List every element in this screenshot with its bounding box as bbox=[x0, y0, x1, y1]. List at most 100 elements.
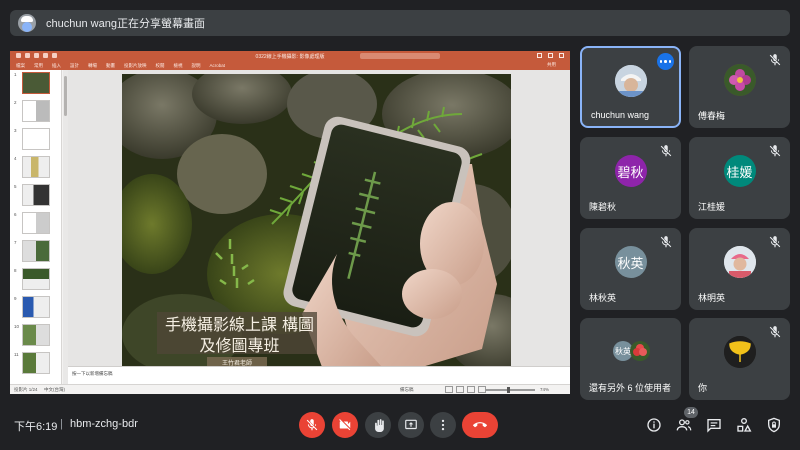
chat-icon bbox=[707, 419, 721, 433]
ribbon-tab: 說明 bbox=[191, 62, 201, 68]
leave-call-button[interactable] bbox=[462, 412, 498, 438]
slide-thumbnail: 3 bbox=[14, 128, 58, 153]
ribbon-tab: 設計 bbox=[70, 62, 79, 68]
mic-off-icon bbox=[768, 144, 782, 158]
slide-number: 2 bbox=[14, 100, 17, 105]
slide-thumbnail: 8 bbox=[14, 268, 58, 293]
participant-tile[interactable]: 傅春梅 bbox=[689, 46, 790, 128]
ribbon-tab: 投影片放映 bbox=[124, 62, 147, 68]
notes-placeholder: 按一下以新增備忘稿 bbox=[72, 371, 113, 376]
mic-off-icon bbox=[768, 325, 782, 339]
avatar: 桂媛 bbox=[723, 155, 756, 188]
slide-number: 9 bbox=[14, 296, 17, 301]
raise-hand-button[interactable] bbox=[365, 412, 391, 438]
participant-name: 林明英 bbox=[698, 293, 726, 303]
avatar-photo bbox=[614, 64, 647, 97]
slide-number: 10 bbox=[14, 324, 20, 329]
hand-icon bbox=[375, 419, 384, 432]
flower-icon bbox=[630, 341, 650, 361]
avatar bbox=[723, 64, 756, 97]
status-language: 中文(台灣) bbox=[44, 387, 65, 392]
ppt-body: 1 2 3 4 5 6 7 8 9 10 11 手機攝影線上課 構圖及修圖專班 … bbox=[10, 70, 570, 384]
slide-thumbnail: 11 bbox=[14, 352, 58, 377]
mic-off-icon bbox=[768, 53, 782, 67]
slide-thumbnail: 6 bbox=[14, 212, 58, 237]
meeting-code: hbm-zchg-bdr bbox=[70, 418, 138, 430]
chat-button[interactable] bbox=[705, 416, 723, 434]
avatar bbox=[723, 246, 756, 279]
present-screen-button[interactable] bbox=[398, 412, 424, 438]
people-icon bbox=[676, 419, 692, 431]
ppt-window-title: 0322線上手機攝影: 影像處理版 bbox=[255, 53, 325, 60]
participant-tile[interactable]: 碧秋 陳碧秋 bbox=[580, 137, 681, 219]
people-button[interactable] bbox=[675, 416, 693, 434]
current-slide: 手機攝影線上課 構圖及修圖專班 王竹君老師 bbox=[122, 74, 511, 367]
more-options-button[interactable] bbox=[430, 412, 456, 438]
hang-up-icon bbox=[473, 422, 487, 428]
flower-icon bbox=[723, 64, 756, 97]
ppt-status-bar: 投影片 1/24 中文(台灣) 備忘稿 74% bbox=[10, 384, 570, 394]
clock: 下午6:19 bbox=[14, 421, 58, 433]
ribbon-tab: 常用 bbox=[34, 62, 43, 68]
status-slide-count: 投影片 1/24 bbox=[14, 387, 38, 392]
slide-number: 4 bbox=[14, 156, 17, 161]
slide-thumbnail: 5 bbox=[14, 184, 58, 209]
activities-button[interactable] bbox=[735, 416, 753, 434]
slide-editor: 手機攝影線上課 構圖及修圖專班 王竹君老師 bbox=[68, 70, 570, 384]
ribbon-tab: 檔案 bbox=[16, 62, 25, 68]
slide-number: 11 bbox=[14, 352, 19, 357]
self-tile[interactable]: 你 bbox=[689, 318, 790, 400]
participant-name: 陳碧秋 bbox=[589, 202, 617, 212]
shapes-icon bbox=[737, 418, 752, 432]
ppt-title-bar: 0322線上手機攝影: 影像處理版 bbox=[10, 51, 570, 61]
ribbon-tab: 檢視 bbox=[173, 62, 183, 68]
participant-tile[interactable]: 林明英 bbox=[689, 228, 790, 310]
others-tile[interactable]: 秋英 還有另外 6 位使用者 bbox=[580, 318, 681, 400]
avatar bbox=[614, 64, 647, 97]
mic-off-icon bbox=[306, 419, 318, 431]
meeting-toolbar: 下午6:19 | hbm-zchg-bdr bbox=[0, 400, 800, 450]
shield-lock-icon bbox=[768, 417, 780, 433]
camera-toggle-button[interactable] bbox=[332, 412, 358, 438]
avatar: 碧秋 bbox=[614, 155, 647, 188]
participant-name: 林秋英 bbox=[589, 293, 617, 303]
participant-name: chuchun wang bbox=[591, 110, 650, 120]
slide-number: 5 bbox=[14, 184, 17, 189]
participant-tile[interactable]: chuchun wang bbox=[580, 46, 681, 128]
participant-name: 你 bbox=[698, 383, 708, 393]
participant-tile[interactable]: 桂媛 江桂媛 bbox=[689, 137, 790, 219]
mic-off-icon bbox=[659, 144, 673, 158]
status-notes: 備忘稿 bbox=[400, 387, 414, 392]
more-vert-icon bbox=[441, 419, 445, 431]
host-controls-button[interactable] bbox=[765, 416, 783, 434]
presenter-avatar bbox=[18, 14, 36, 32]
more-options-button[interactable] bbox=[657, 53, 674, 70]
presenter-text: chuchun wang正在分享螢幕畫面 bbox=[46, 18, 205, 30]
avatar: 秋英 bbox=[614, 246, 647, 279]
view-buttons bbox=[445, 386, 486, 393]
participant-name: 江桂媛 bbox=[698, 202, 726, 212]
slide-number: 3 bbox=[14, 128, 17, 133]
avatar bbox=[723, 336, 756, 369]
separator: | bbox=[60, 418, 63, 430]
presenter-bar: chuchun wang正在分享螢幕畫面 bbox=[10, 10, 790, 36]
slide-number: 6 bbox=[14, 212, 17, 217]
quick-access-toolbar bbox=[16, 53, 57, 58]
mic-toggle-button[interactable] bbox=[299, 412, 325, 438]
slide-number: 7 bbox=[14, 240, 17, 245]
slide-number: 8 bbox=[14, 268, 17, 273]
ppt-share-button: 共用 bbox=[547, 62, 556, 67]
slide-number: 1 bbox=[14, 72, 17, 77]
slide-thumbnail: 4 bbox=[14, 156, 58, 181]
slide-title: 手機攝影線上課 構圖及修圖專班 bbox=[164, 315, 315, 355]
ginkgo-leaf-icon bbox=[723, 336, 756, 369]
notes-pane: 按一下以新增備忘稿 bbox=[68, 366, 570, 384]
present-icon bbox=[405, 419, 417, 430]
ppt-window-controls bbox=[537, 53, 564, 58]
meeting-details-button[interactable] bbox=[645, 416, 663, 434]
slide-thumbnails: 1 2 3 4 5 6 7 8 9 10 11 bbox=[10, 70, 62, 384]
participant-name: 傅春梅 bbox=[698, 111, 726, 121]
ribbon-tab: Acrobat bbox=[209, 63, 226, 68]
ribbon-tab: 轉場 bbox=[88, 62, 97, 68]
participant-tile[interactable]: 秋英 林秋英 bbox=[580, 228, 681, 310]
